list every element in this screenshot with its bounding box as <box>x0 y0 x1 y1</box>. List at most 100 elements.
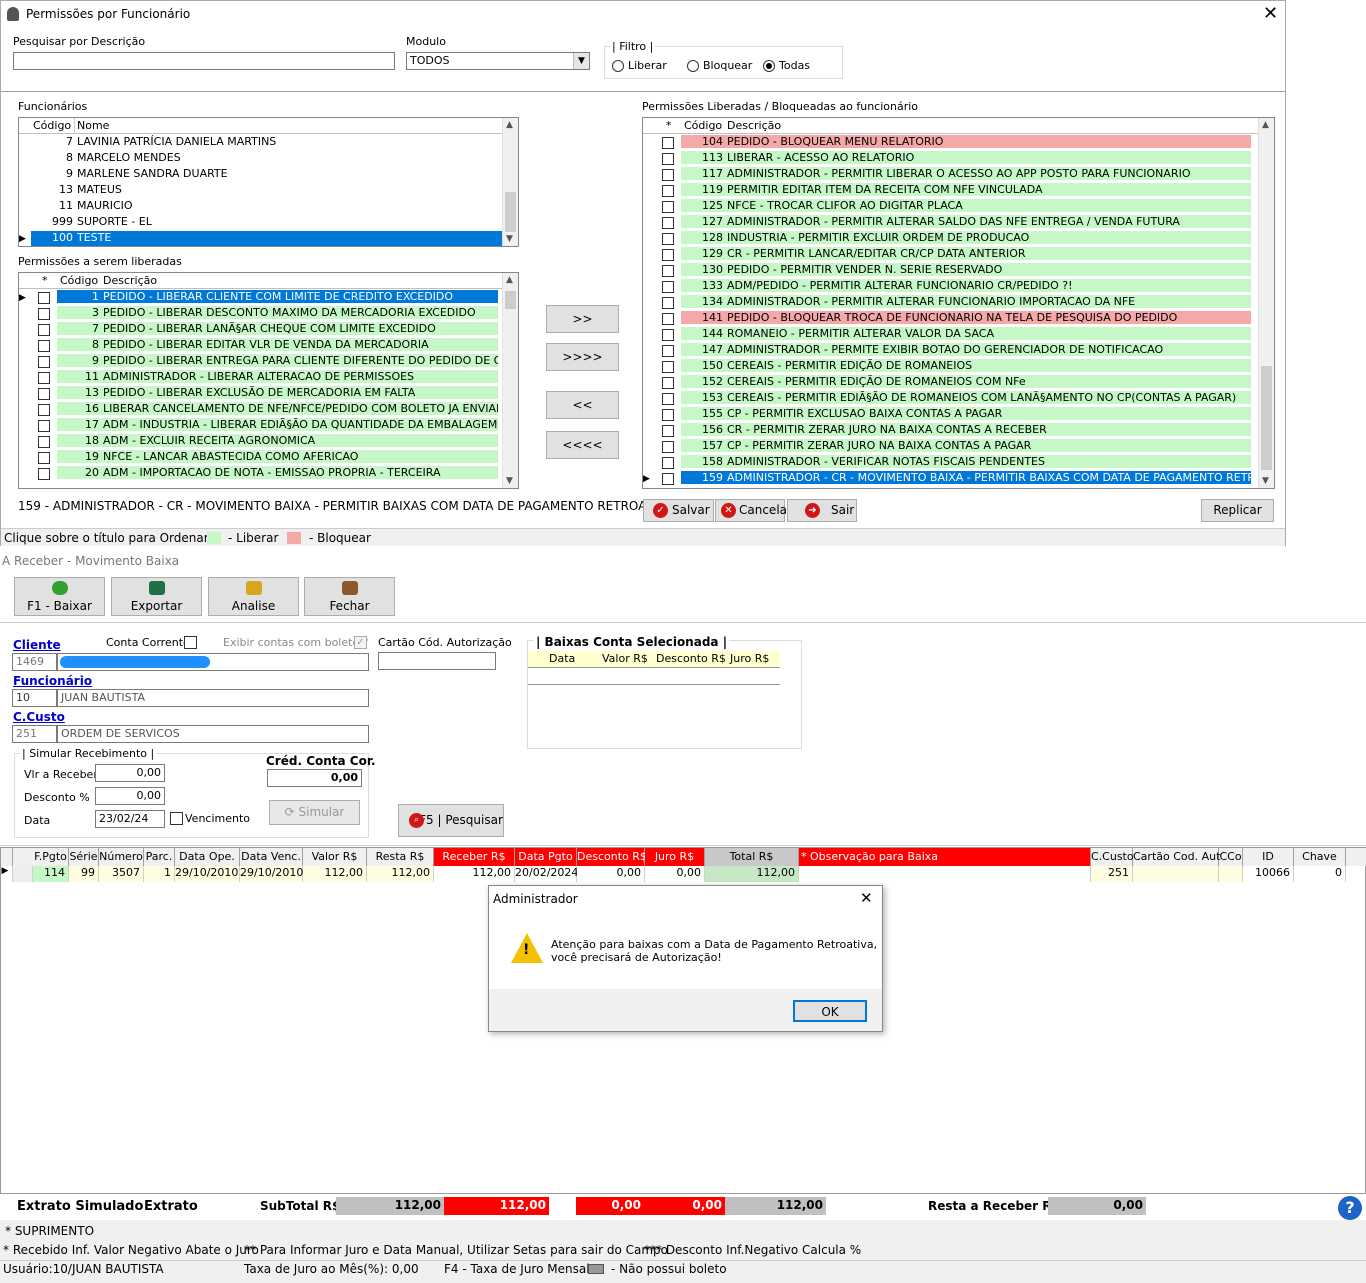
table-row[interactable]: 147 ADMINISTRADOR - PERMITE EXIBIR BOTAO … <box>643 343 1258 359</box>
col-14[interactable]: C.Custo <box>1091 848 1134 866</box>
table-row[interactable]: 119 PERMITIR EDITAR ITEM DA RECEITA COM N… <box>643 183 1258 199</box>
cell-15[interactable] <box>1133 866 1219 882</box>
col-17[interactable]: ID <box>1243 848 1294 866</box>
vlr-receber-input[interactable]: 0,00 <box>95 764 165 782</box>
row-checkbox[interactable] <box>662 281 674 293</box>
table-row[interactable]: 11 MAURICIO <box>19 199 502 215</box>
col-star[interactable]: * <box>42 274 48 287</box>
table-row[interactable]: 11 ADMINISTRADOR - LIBERAR ALTERACAO DE P… <box>19 370 502 386</box>
col-1[interactable]: Série <box>69 848 99 866</box>
close-icon[interactable]: ✕ <box>860 889 873 907</box>
table-row[interactable]: 157 CP - PERMITIR ZERAR JURO NA BAIXA CON… <box>643 439 1258 455</box>
row-checkbox[interactable] <box>38 340 50 352</box>
row-checkbox[interactable] <box>662 409 674 421</box>
table-row[interactable]: 130 PEDIDO - PERMITIR VENDER N. SERIE RES… <box>643 263 1258 279</box>
col-codigo[interactable]: Código <box>60 274 98 287</box>
cell-10[interactable]: 0,00 <box>577 866 645 882</box>
table-row[interactable]: 133 ADM/PEDIDO - PERMITIR ALTERAR FUNCION… <box>643 279 1258 295</box>
table-row[interactable]: 17 ADM - INDUSTRIA - LIBERAR EDIÃ§ÃO DA Q… <box>19 418 502 434</box>
row-checkbox[interactable] <box>662 473 674 485</box>
extrato-button[interactable]: Extrato <box>144 1199 198 1214</box>
row-checkbox[interactable] <box>662 377 674 389</box>
cell-5[interactable]: 29/10/2010 <box>240 866 303 882</box>
table-row[interactable]: 9 MARLENE SANDRA DUARTE <box>19 167 502 183</box>
col-12[interactable]: Total R$ <box>705 848 799 866</box>
scroll-thumb[interactable] <box>505 192 516 232</box>
cell-8[interactable]: 112,00 <box>434 866 515 882</box>
released-scrollbar[interactable]: ▲ ▼ <box>1258 118 1274 488</box>
row-checkbox[interactable] <box>38 404 50 416</box>
table-row[interactable]: 20 ADM - IMPORTACAO DE NOTA - EMISSAO PRO… <box>19 466 502 482</box>
employee-code-field[interactable]: 10 <box>12 689 57 707</box>
scroll-thumb[interactable] <box>1261 366 1272 470</box>
row-checkbox[interactable] <box>662 265 674 277</box>
table-row[interactable]: 999 SUPORTE - EL <box>19 215 502 231</box>
row-checkbox[interactable] <box>662 329 674 341</box>
radio-bloquear[interactable] <box>687 60 699 72</box>
cancel-button[interactable]: ✕ Cancelar <box>715 499 792 522</box>
table-row[interactable]: 129 CR - PERMITIR LANCAR/EDITAR CR/CP DAT… <box>643 247 1258 263</box>
exit-button[interactable]: ➜ Sair <box>787 499 857 522</box>
table-row[interactable]: 7 PEDIDO - LIBERAR LANÃ§AR CHEQUE COM LIM… <box>19 322 502 338</box>
cell-13[interactable] <box>799 866 1091 882</box>
close-icon[interactable]: ✕ <box>1263 3 1278 24</box>
row-checkbox[interactable] <box>662 137 674 149</box>
table-row[interactable]: 8 PEDIDO - LIBERAR EDITAR VLR DE VENDA DA… <box>19 338 502 354</box>
card-input[interactable] <box>378 652 496 670</box>
cell-6[interactable]: 112,00 <box>303 866 367 882</box>
table-row[interactable]: 3 PEDIDO - LIBERAR DESCONTO MAXIMO DA MER… <box>19 306 502 322</box>
table-row[interactable]: 113 LIBERAR - ACESSO AO RELATORIO <box>643 151 1258 167</box>
cost-center-code-field[interactable]: 251 <box>12 725 57 743</box>
col-3[interactable]: Parc. <box>144 848 175 866</box>
col-4[interactable]: Data Ope. <box>175 848 240 866</box>
table-row[interactable]: 141 PEDIDO - BLOQUEAR TROCA DE FUNCIONARI… <box>643 311 1258 327</box>
cell-0[interactable]: 114 <box>33 866 69 882</box>
table-row[interactable]: 8 MARCELO MENDES <box>19 151 502 167</box>
table-row[interactable]: 155 CP - PERMITIR EXCLUSAO BAIXA CONTAS A… <box>643 407 1258 423</box>
row-checkbox[interactable] <box>38 468 50 480</box>
scroll-down-icon[interactable]: ▼ <box>1262 476 1269 486</box>
row-checkbox[interactable] <box>662 201 674 213</box>
row-checkbox[interactable] <box>662 361 674 373</box>
cell-14[interactable]: 251 <box>1091 866 1133 882</box>
table-row[interactable]: 153 CEREAIS - PERMITIR EDIÃ§ÃO DE ROMANEI… <box>643 391 1258 407</box>
show-boleto-checkbox[interactable]: ✓ <box>354 636 367 649</box>
table-row[interactable]: 117 ADMINISTRADOR - PERMITIR LIBERAR O AC… <box>643 167 1258 183</box>
scroll-up-icon[interactable]: ▲ <box>506 120 513 130</box>
row-checkbox[interactable] <box>662 345 674 357</box>
row-checkbox[interactable] <box>662 457 674 469</box>
scroll-thumb[interactable] <box>505 291 516 309</box>
table-row[interactable]: 128 INDUSTRIA - PERMITIR EXCLUIR ORDEM DE… <box>643 231 1258 247</box>
extrato-simulado-button[interactable]: Extrato Simulado <box>17 1199 143 1214</box>
col-15[interactable]: Cartão Cod. Aut <box>1133 848 1220 866</box>
move-all-right-button[interactable]: >>>> <box>546 343 619 371</box>
table-row[interactable]: 16 LIBERAR CANCELAMENTO DE NFE/NFCE/PEDID… <box>19 402 502 418</box>
toolbar-exportar[interactable]: Exportar <box>111 577 202 616</box>
row-checkbox[interactable] <box>662 313 674 325</box>
cost-center-name-field[interactable]: ORDEM DE SERVICOS <box>57 725 369 743</box>
scroll-up-icon[interactable]: ▲ <box>506 275 513 285</box>
cred-input[interactable]: 0,00 <box>267 769 362 787</box>
table-row[interactable]: 150 CEREAIS - PERMITIR EDIÇÃO DE ROMANEIO… <box>643 359 1258 375</box>
client-name-field[interactable] <box>57 653 369 671</box>
vencimento-checkbox[interactable] <box>170 812 183 825</box>
col-codigo[interactable]: Código <box>33 119 71 132</box>
row-checkbox[interactable] <box>662 217 674 229</box>
module-select[interactable]: TODOS ▼ <box>406 52 590 70</box>
cell-17[interactable]: 10066 <box>1243 866 1294 882</box>
col-11[interactable]: Juro R$ <box>645 848 705 866</box>
help-icon[interactable]: ? <box>1338 1196 1362 1220</box>
table-row[interactable]: ▶ 114 99 3507 1 29/10/2010 29/10/2010 112,00 112… <box>1 866 1366 882</box>
ok-button[interactable]: OK <box>793 1000 867 1022</box>
employee-label[interactable]: Funcionário <box>13 674 92 688</box>
table-row[interactable]: 13 MATEUS <box>19 183 502 199</box>
cell-3[interactable]: 1 <box>144 866 175 882</box>
simulate-button[interactable]: ⟳ Simular <box>269 800 360 825</box>
to-release-scrollbar[interactable]: ▲ ▼ <box>502 273 518 488</box>
row-checkbox[interactable] <box>38 436 50 448</box>
scroll-up-icon[interactable]: ▲ <box>1262 120 1269 130</box>
table-row[interactable]: 19 NFCE - LANCAR ABASTECIDA COMO AFERICAO <box>19 450 502 466</box>
cell-12[interactable]: 112,00 <box>705 866 799 882</box>
col-7[interactable]: Resta R$ <box>367 848 434 866</box>
col-descricao[interactable]: Descrição <box>727 119 781 132</box>
